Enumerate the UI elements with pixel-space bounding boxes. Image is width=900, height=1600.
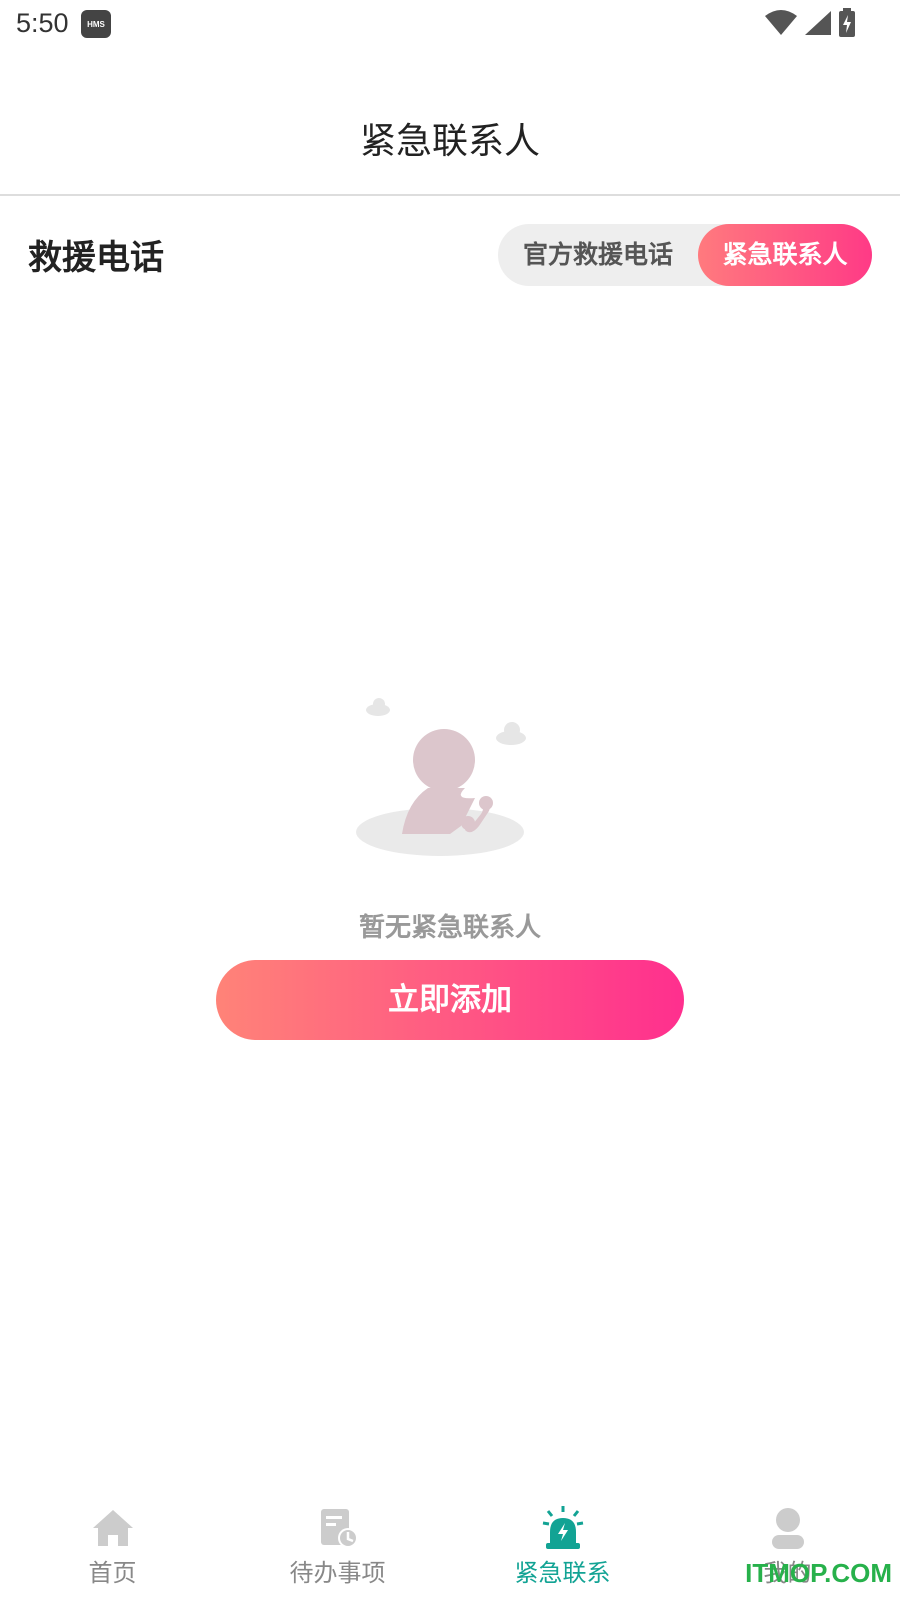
home-icon (92, 1510, 133, 1546)
status-time: 5:50 (16, 8, 69, 38)
cloud-icon (496, 722, 526, 745)
empty-message: 暂无紧急联系人 (358, 913, 541, 943)
signal-icon (805, 11, 831, 35)
section-title: 救援电话 (28, 238, 164, 278)
alarm-siren-icon (542, 1506, 583, 1549)
watermark: ITMOP.COM (745, 1558, 892, 1588)
todo-clock-icon (320, 1509, 358, 1548)
tab-emergency-contacts[interactable]: 紧急联系人 (698, 224, 872, 286)
status-bar: 5:50 HMS (0, 0, 900, 50)
app-header: 紧急联系人 (0, 52, 900, 196)
nav-item-emergency[interactable]: 紧急联系 (450, 1490, 675, 1600)
person-phone-illustration (356, 698, 526, 856)
battery-icon (839, 8, 855, 37)
page-title: 紧急联系人 (359, 121, 540, 162)
nav-label-todo: 待办事项 (289, 1559, 386, 1587)
tab-official-rescue[interactable]: 官方救援电话 (498, 224, 698, 286)
cloud-icon (366, 698, 390, 716)
user-icon (771, 1508, 804, 1549)
nav-item-todo[interactable]: 待办事项 (225, 1490, 450, 1600)
nav-label-emergency: 紧急联系 (514, 1559, 611, 1587)
wifi-icon (765, 10, 797, 35)
status-icons (764, 8, 856, 38)
add-contact-button[interactable]: 立即添加 (216, 960, 684, 1040)
nav-label-home: 首页 (88, 1559, 137, 1587)
nav-item-home[interactable]: 首页 (0, 1490, 225, 1600)
source-toggle: 官方救援电话 紧急联系人 (498, 224, 872, 286)
hms-badge: HMS (81, 10, 111, 38)
